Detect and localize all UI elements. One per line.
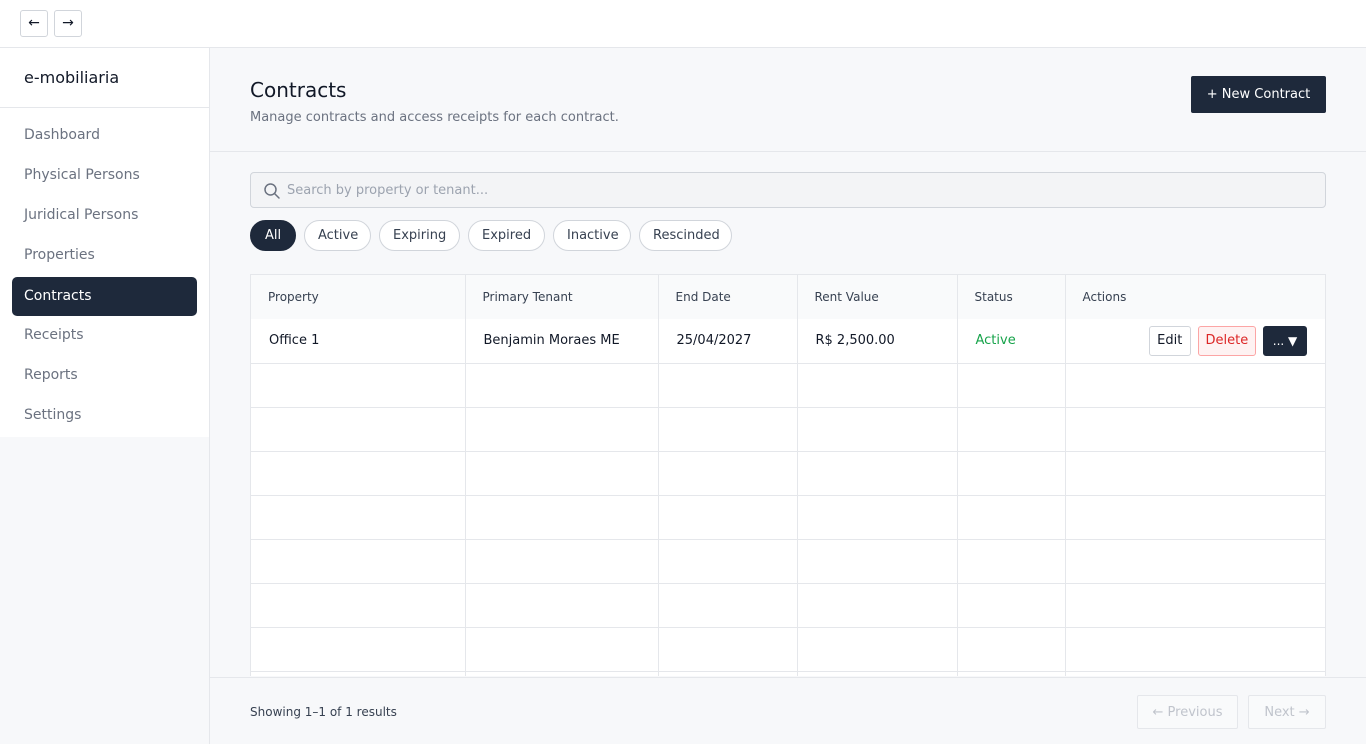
more-actions-button[interactable]: ... ▼	[1263, 325, 1307, 356]
empty-row	[251, 583, 1325, 628]
filter-expiring[interactable]: Expiring	[379, 220, 460, 251]
sidebar-item-juridical-persons[interactable]: Juridical Persons	[12, 196, 197, 235]
empty-row	[251, 627, 1325, 672]
sidebar-item-properties[interactable]: Properties	[12, 236, 197, 275]
filter-active[interactable]: Active	[304, 220, 371, 251]
search-bar	[250, 172, 1326, 208]
sidebar-divider	[0, 107, 209, 108]
filter-inactive[interactable]: Inactive	[553, 220, 631, 251]
contracts-table: Property Primary Tenant End Date Rent Va…	[250, 274, 1326, 676]
sidebar-item-physical-persons[interactable]: Physical Persons	[12, 156, 197, 195]
brand-logo[interactable]: e-mobiliaria	[24, 68, 119, 87]
results-count: Showing 1–1 of 1 results	[250, 705, 397, 719]
status-badge: Active	[957, 319, 1066, 364]
empty-row	[251, 671, 1325, 676]
empty-row	[251, 363, 1325, 408]
back-button[interactable]: ←	[20, 10, 48, 37]
cell-tenant: Benjamin Moraes ME	[465, 319, 659, 364]
edit-button[interactable]: Edit	[1148, 325, 1191, 356]
forward-button[interactable]: →	[54, 10, 82, 37]
sidebar-item-dashboard[interactable]: Dashboard	[12, 116, 197, 155]
column-header-status[interactable]: Status	[957, 275, 1066, 319]
page-subtitle: Manage contracts and access receipts for…	[250, 110, 619, 125]
table-row[interactable]: Office 1 Benjamin Moraes ME 25/04/2027 R…	[251, 319, 1325, 364]
cell-end-date: 25/04/2027	[658, 319, 798, 364]
previous-page-button[interactable]: ← Previous	[1137, 695, 1238, 729]
sidebar-item-settings[interactable]: Settings	[12, 396, 197, 435]
filter-all[interactable]: All	[250, 220, 296, 251]
page-header: Contracts Manage contracts and access re…	[210, 48, 1366, 152]
column-header-primary-tenant[interactable]: Primary Tenant	[465, 275, 659, 319]
column-header-rent-value[interactable]: Rent Value	[797, 275, 958, 319]
cell-property: Office 1	[251, 319, 466, 364]
search-input[interactable]	[287, 173, 1317, 207]
page-title: Contracts	[250, 78, 347, 102]
sidebar-item-contracts[interactable]: Contracts	[12, 277, 197, 316]
sidebar: e-mobiliaria Dashboard Physical Persons …	[0, 48, 210, 437]
filter-rescinded[interactable]: Rescinded	[639, 220, 732, 251]
search-icon	[264, 183, 280, 199]
empty-row	[251, 539, 1325, 584]
cell-actions: Edit Delete ... ▼	[1065, 319, 1325, 364]
empty-row	[251, 407, 1325, 452]
column-header-actions: Actions	[1065, 275, 1325, 319]
next-page-button[interactable]: Next →	[1248, 695, 1326, 729]
delete-button[interactable]: Delete	[1197, 325, 1256, 356]
pagination-footer: Showing 1–1 of 1 results ← Previous Next…	[210, 677, 1366, 744]
sidebar-border	[209, 48, 210, 744]
table-header-row: Property Primary Tenant End Date Rent Va…	[251, 275, 1325, 319]
empty-row	[251, 495, 1325, 540]
sidebar-item-receipts[interactable]: Receipts	[12, 316, 197, 355]
empty-row	[251, 451, 1325, 496]
top-bar: ← →	[0, 0, 1366, 48]
cell-rent-value: R$ 2,500.00	[797, 319, 958, 364]
sidebar-item-reports[interactable]: Reports	[12, 356, 197, 395]
new-contract-button[interactable]: + New Contract	[1191, 76, 1326, 113]
column-header-end-date[interactable]: End Date	[658, 275, 798, 319]
filter-expired[interactable]: Expired	[468, 220, 545, 251]
column-header-property[interactable]: Property	[251, 275, 466, 319]
